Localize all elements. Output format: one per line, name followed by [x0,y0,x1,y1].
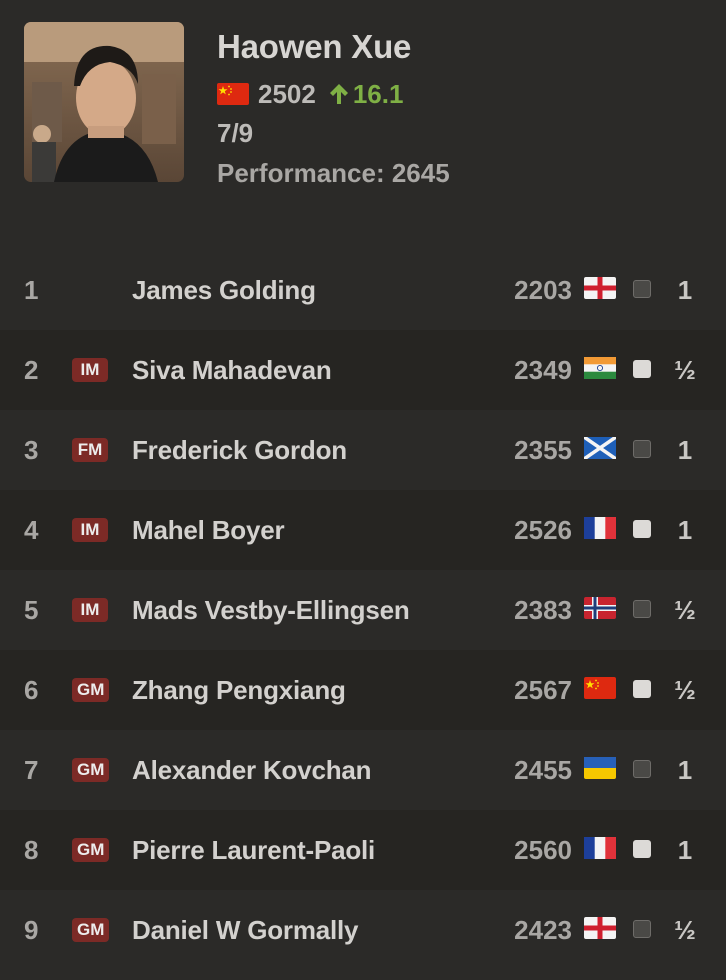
performance-rating: Performance: 2645 [217,158,450,188]
opponent-name[interactable]: Alexander Kovchan [132,755,372,786]
opponent-rating: 2526 [514,514,572,545]
game-result: 1 [677,274,693,305]
title-badge: GM [72,678,110,702]
round-number: 4 [24,514,39,545]
game-result: 1 [677,434,693,465]
france-flag-icon [584,517,616,539]
player-rating-line: 2502 16.1 [217,78,403,110]
game-row[interactable]: 9 GM Daniel W Gormally 2423 ½ [0,890,726,970]
india-flag-icon [584,357,616,379]
title-badge: IM [72,598,108,622]
title-badge: IM [72,518,108,542]
opponent-rating: 2560 [514,834,572,865]
game-result: 1 [677,834,693,865]
piece-color-indicator [633,600,651,618]
opponent-name[interactable]: Mads Vestby-Ellingsen [132,595,410,626]
piece-color-indicator [633,760,651,778]
round-number: 7 [24,754,39,785]
player-name: Haowen Xue [217,28,412,65]
round-number: 1 [24,274,39,305]
opponent-name[interactable]: Daniel W Gormally [132,915,359,946]
ukraine-flag-icon [584,757,616,779]
piece-color-indicator [633,360,651,378]
player-avatar[interactable] [24,22,184,182]
england-flag-icon [584,917,616,939]
opponent-rating: 2383 [514,594,572,625]
round-number: 3 [24,434,39,465]
game-row[interactable]: 7 GM Alexander Kovchan 2455 1 [0,730,726,810]
game-row[interactable]: 8 GM Pierre Laurent-Paoli 2560 1 [0,810,726,890]
title-badge: GM [72,758,110,782]
opponent-rating: 2203 [514,274,572,305]
game-row[interactable]: 5 IM Mads Vestby-Ellingsen 2383 ½ [0,570,726,650]
title-badge: GM [72,838,110,862]
china-flag-icon [584,677,616,699]
title-badge: IM [72,358,108,382]
rating-change-value: 16.1 [352,78,404,109]
opponent-name[interactable]: Mahel Boyer [132,515,285,546]
round-number: 5 [24,594,39,625]
game-row[interactable]: 6 GM Zhang Pengxiang 2567 ½ [0,650,726,730]
player-header: Haowen Xue 2502 16.1 7/9 Performance: 26… [0,0,726,250]
game-result: 1 [677,514,693,545]
game-result: 1 [677,754,693,785]
opponent-name[interactable]: Siva Mahadevan [132,355,332,386]
title-badge: GM [72,918,110,942]
game-result: ½ [674,914,696,945]
game-result: ½ [674,594,696,625]
opponent-name[interactable]: James Golding [132,275,316,306]
norway-flag-icon [584,597,616,619]
round-number: 8 [24,834,39,865]
game-row[interactable]: 2 IM Siva Mahadevan 2349 ½ [0,330,726,410]
game-result: ½ [674,354,696,385]
opponent-rating: 2423 [514,914,572,945]
opponent-rating: 2349 [514,354,572,385]
scotland-flag-icon [584,437,616,459]
round-number: 9 [24,914,39,945]
france-flag-icon [584,837,616,859]
rating-change: 16.1 [328,78,404,110]
china-flag-icon [217,83,249,105]
player-rating: 2502 [258,78,316,109]
title-badge: FM [72,438,108,462]
piece-color-indicator [633,280,651,298]
england-flag-icon [584,277,616,299]
game-row[interactable]: 1 James Golding 2203 1 [0,250,726,330]
game-result: ½ [674,674,696,705]
games-list: 1 James Golding 2203 1 2 IM Siva Mahadev… [0,250,726,970]
game-row[interactable]: 3 FM Frederick Gordon 2355 1 [0,410,726,490]
arrow-up-icon [329,84,348,104]
round-number: 2 [24,354,39,385]
piece-color-indicator [633,680,651,698]
opponent-name[interactable]: Frederick Gordon [132,435,347,466]
opponent-name[interactable]: Pierre Laurent-Paoli [132,835,375,866]
piece-color-indicator [633,840,651,858]
opponent-rating: 2455 [514,754,572,785]
piece-color-indicator [633,520,651,538]
piece-color-indicator [633,440,651,458]
piece-color-indicator [633,920,651,938]
opponent-rating: 2355 [514,434,572,465]
opponent-rating: 2567 [514,674,572,705]
game-row[interactable]: 4 IM Mahel Boyer 2526 1 [0,490,726,570]
opponent-name[interactable]: Zhang Pengxiang [132,675,346,706]
round-number: 6 [24,674,39,705]
player-score: 7/9 [217,118,254,148]
